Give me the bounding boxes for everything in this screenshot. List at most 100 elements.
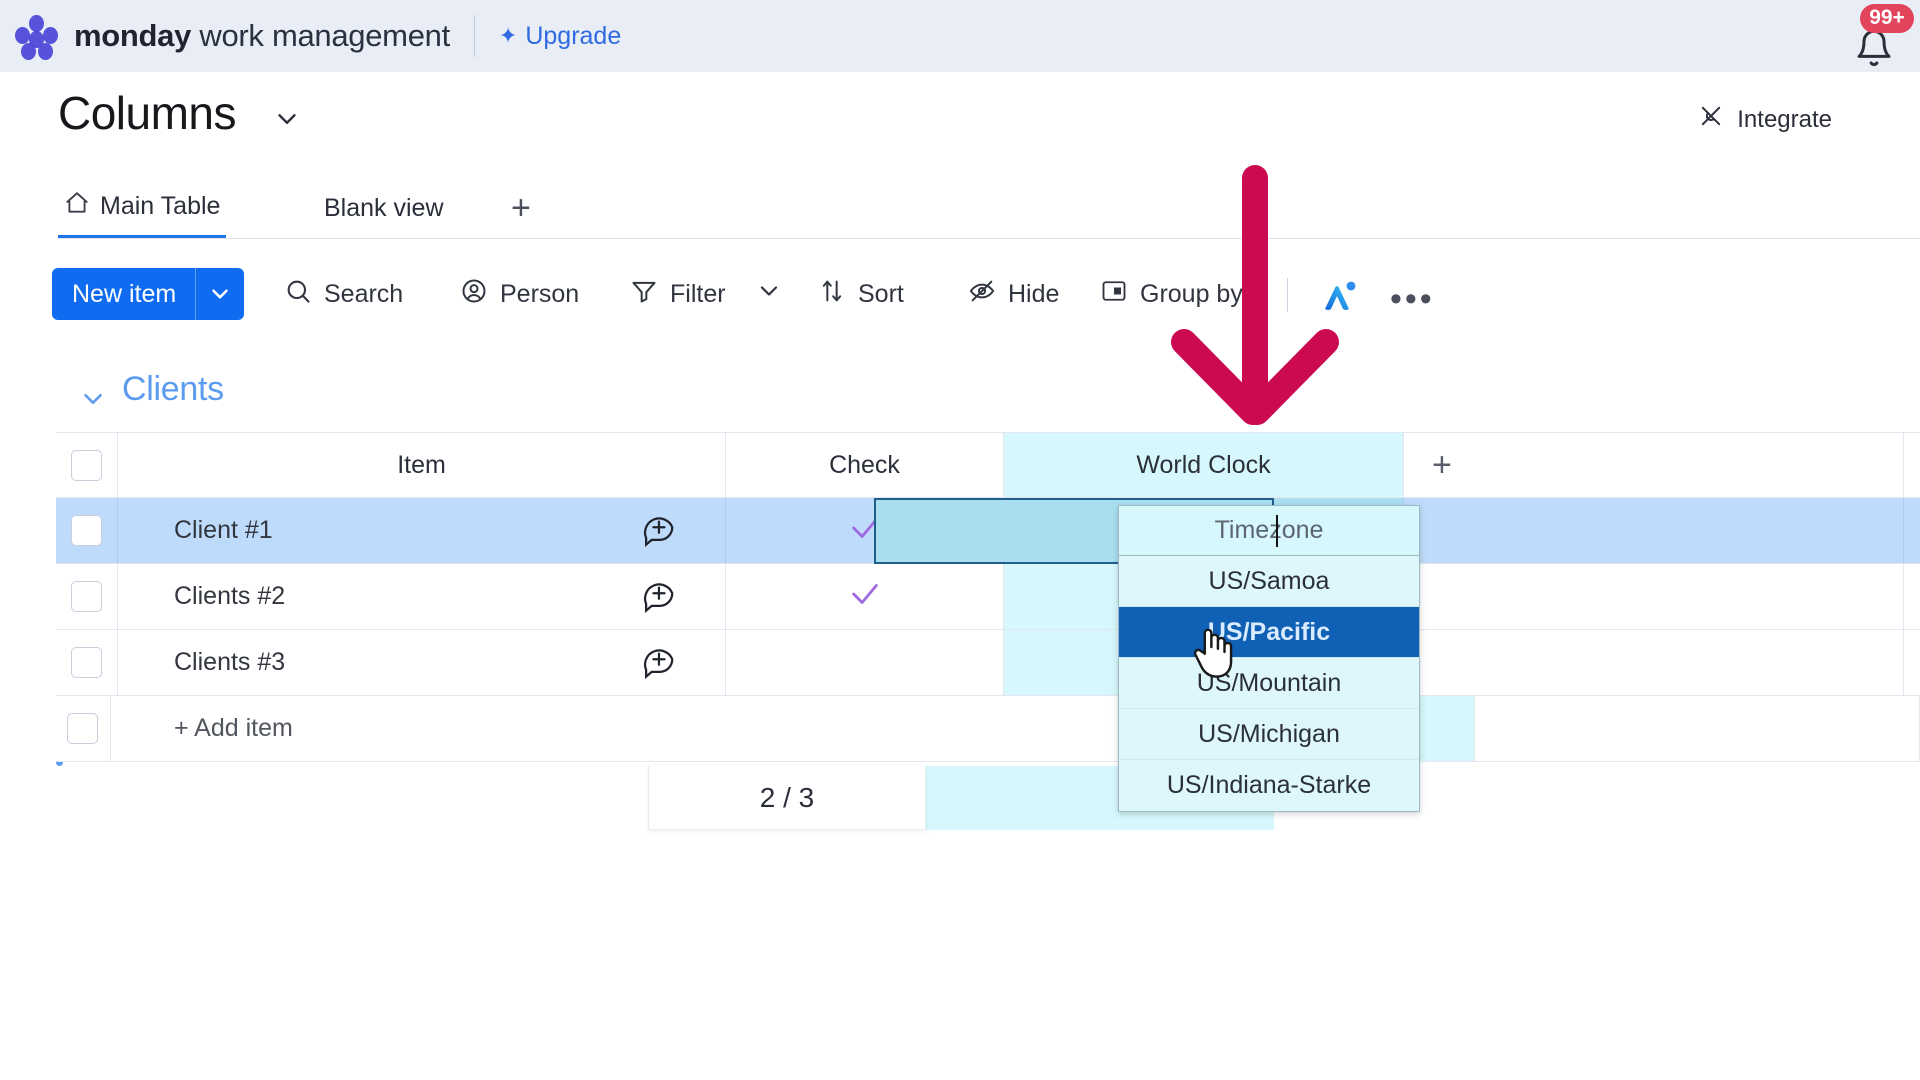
add-update-bubble-icon[interactable] xyxy=(639,575,677,618)
new-item-label: New item xyxy=(52,280,195,309)
toolbar-divider xyxy=(1287,278,1288,312)
tab-blank-view-label: Blank view xyxy=(324,194,444,223)
sparkle-icon: ✦ xyxy=(499,23,517,49)
column-header-check[interactable]: Check xyxy=(726,433,1004,497)
chevron-down-icon[interactable] xyxy=(78,384,108,419)
new-item-button[interactable]: New item xyxy=(52,268,244,320)
filter-caret-button[interactable] xyxy=(755,276,783,312)
add-item-checkbox[interactable] xyxy=(67,713,98,744)
row-item-cell[interactable]: Clients #2 xyxy=(118,564,726,629)
filter-label: Filter xyxy=(670,280,726,309)
add-update-bubble-icon[interactable] xyxy=(639,641,677,684)
filter-button[interactable]: Filter xyxy=(630,268,726,320)
check-icon xyxy=(848,577,882,617)
brand-light: work management xyxy=(191,18,450,53)
timezone-option-us-michigan[interactable]: US/Michigan xyxy=(1119,709,1419,760)
column-header-check-label: Check xyxy=(829,451,900,480)
select-all-checkbox[interactable] xyxy=(71,450,102,481)
hide-label: Hide xyxy=(1008,280,1059,309)
search-label: Search xyxy=(324,280,403,309)
timezone-input[interactable]: Timezone xyxy=(1119,506,1419,556)
chevron-down-icon[interactable] xyxy=(196,281,244,307)
board-toolbar: New item Search Person Filter xyxy=(0,258,1920,328)
add-update-bubble-icon[interactable] xyxy=(639,509,677,552)
timezone-input-placeholder: Timezone xyxy=(1215,516,1324,545)
summary-check-count: 2 / 3 xyxy=(648,766,926,830)
add-column-button[interactable]: + xyxy=(1404,433,1904,497)
column-header-world-clock[interactable]: World Clock xyxy=(1004,433,1404,497)
hide-button[interactable]: Hide xyxy=(968,268,1059,320)
row-empty-cell xyxy=(1404,564,1904,629)
row-item-label: Clients #2 xyxy=(174,582,285,611)
row-item-cell[interactable]: Client #1 xyxy=(118,498,726,563)
row-select-cell xyxy=(56,564,118,629)
group-by-label: Group by xyxy=(1140,280,1243,309)
notification-bell-icon xyxy=(1854,28,1894,73)
table-row[interactable]: Clients #3 xyxy=(56,630,1920,696)
notification-badge: 99+ xyxy=(1860,4,1914,33)
sort-label: Sort xyxy=(858,280,904,309)
text-cursor-caret xyxy=(1276,515,1278,547)
top-bar: monday work management ✦ Upgrade 99+ xyxy=(0,0,1920,72)
home-icon xyxy=(64,190,90,223)
table-summary-row: 2 / 3 xyxy=(56,766,1920,830)
row-checkbox[interactable] xyxy=(71,515,102,546)
row-checkbox[interactable] xyxy=(71,647,102,678)
person-label: Person xyxy=(500,280,579,309)
row-item-cell[interactable]: Clients #3 xyxy=(118,630,726,695)
add-item-row[interactable]: + Add item xyxy=(56,696,1920,762)
timezone-option-us-samoa[interactable]: US/Samoa xyxy=(1119,556,1419,607)
monday-logo-icon[interactable] xyxy=(14,13,60,59)
view-tabs: Main Table Blank view + xyxy=(0,178,1920,240)
tab-blank-view[interactable]: Blank view xyxy=(318,178,450,238)
search-button[interactable]: Search xyxy=(284,268,403,320)
timezone-option-us-mountain[interactable]: US/Mountain xyxy=(1119,658,1419,709)
table-row[interactable]: Clients #2 xyxy=(56,564,1920,630)
eye-off-icon xyxy=(968,277,996,312)
funnel-icon xyxy=(630,277,658,312)
add-item-cell[interactable]: + Add item xyxy=(111,696,1122,761)
topbar-divider xyxy=(474,15,475,57)
group-by-icon xyxy=(1100,277,1128,312)
sort-arrows-icon xyxy=(818,277,846,312)
board-header: Columns Integrate xyxy=(0,72,1920,172)
tabs-underline xyxy=(58,238,1920,239)
timezone-dropdown[interactable]: Timezone US/Samoa US/Pacific US/Mountain… xyxy=(1118,505,1420,812)
sort-button[interactable]: Sort xyxy=(818,268,904,320)
more-options-button[interactable]: ••• xyxy=(1390,280,1435,319)
row-item-label: Clients #3 xyxy=(174,648,285,677)
tab-main-table[interactable]: Main Table xyxy=(58,178,226,238)
plus-icon: + xyxy=(1432,448,1452,482)
integrate-label: Integrate xyxy=(1737,106,1832,134)
row-empty-cell xyxy=(1404,630,1904,695)
group-title[interactable]: Clients xyxy=(122,370,224,409)
plug-disconnected-icon xyxy=(1697,102,1725,137)
brand-title: monday work management xyxy=(74,18,450,54)
group-header: Clients xyxy=(0,370,1920,428)
add-item-select-cell xyxy=(56,696,111,761)
add-view-button[interactable]: + xyxy=(505,178,537,238)
table-header-row: Item Check World Clock + xyxy=(56,432,1920,498)
chevron-down-icon[interactable] xyxy=(272,104,302,139)
upgrade-label: Upgrade xyxy=(525,22,621,51)
person-circle-icon xyxy=(460,277,488,312)
row-check-cell[interactable] xyxy=(726,564,1004,629)
tab-main-table-label: Main Table xyxy=(100,192,220,221)
timezone-option-us-pacific[interactable]: US/Pacific xyxy=(1119,607,1419,658)
column-header-item[interactable]: Item xyxy=(118,433,726,497)
row-checkbox[interactable] xyxy=(71,581,102,612)
timezone-option-us-indiana-starke[interactable]: US/Indiana-Starke xyxy=(1119,760,1419,811)
row-check-cell[interactable] xyxy=(726,630,1004,695)
row-empty-cell xyxy=(1404,498,1904,563)
board-table: Item Check World Clock + Client #1 xyxy=(56,432,1920,762)
upgrade-button[interactable]: ✦ Upgrade xyxy=(499,22,621,51)
group-by-button[interactable]: Group by xyxy=(1100,268,1243,320)
monday-ai-icon[interactable] xyxy=(1313,278,1365,314)
brand-bold: monday xyxy=(74,18,191,53)
integrate-button[interactable]: Integrate xyxy=(1697,102,1832,137)
notifications-button[interactable]: 99+ xyxy=(1842,6,1912,68)
add-item-empty-cell xyxy=(1475,696,1920,761)
select-all-cell xyxy=(56,433,118,497)
page-title: Columns xyxy=(58,86,236,140)
person-button[interactable]: Person xyxy=(460,268,579,320)
